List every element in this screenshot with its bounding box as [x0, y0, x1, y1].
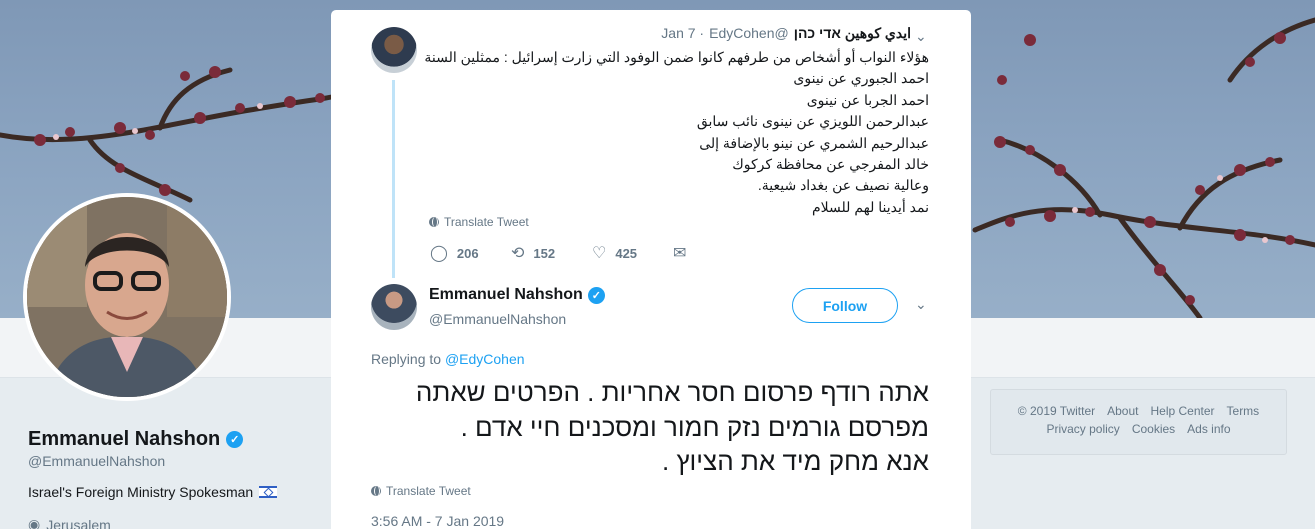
main-translate-label[interactable]: Translate Tweet — [386, 484, 471, 498]
parent-tweet-line: احمد الجربا عن نينوى — [806, 91, 929, 108]
parent-tweet-actions: ◯ 206 ⟲ 152 ♡ 425 ✉ — [430, 243, 754, 263]
footer-link-terms[interactable]: Terms — [1227, 404, 1260, 418]
main-tweet-line: אתה רודף פרסום חסר אחריות . הפרטים שאתה — [415, 377, 929, 407]
tweet-timestamp[interactable]: 3:56 AM - 7 Jan 2019 — [371, 513, 504, 529]
direct-message-button[interactable]: ✉ — [673, 243, 754, 263]
parent-translate-link[interactable]: Translate Tweet — [429, 215, 529, 229]
footer-link-about[interactable]: About — [1107, 404, 1138, 418]
parent-tweet-text: هؤلاء النواب أو أشخاص من طرفهم كانوا ضمن… — [409, 47, 929, 218]
parent-tweet-line: خالد المفرجي عن محافظة كركوك — [732, 156, 929, 173]
like-button[interactable]: ♡ 425 — [592, 243, 673, 263]
tweet-modal: ايدي كوهين אדי כהן @EdyCohen · Jan 7 ⌄ ه… — [331, 10, 971, 529]
globe-icon — [371, 486, 381, 496]
profile-location-text: Jerusalem — [46, 516, 111, 529]
parent-author-handle[interactable]: @EdyCohen — [709, 25, 789, 41]
profile-bio-text: Israel's Foreign Ministry Spokesman — [28, 484, 254, 500]
footer-row-2: Privacy policy Cookies Ads info — [1001, 422, 1276, 436]
replying-to-link[interactable]: @EdyCohen — [445, 351, 525, 367]
chevron-down-icon[interactable]: ⌄ — [915, 28, 927, 45]
main-author-name[interactable]: Emmanuel Nahshon — [429, 286, 583, 304]
israel-flag-icon — [259, 486, 278, 498]
footer-link-privacy[interactable]: Privacy policy — [1046, 422, 1119, 436]
retweet-count: 152 — [533, 245, 556, 261]
main-tweet-avatar[interactable] — [371, 284, 417, 330]
main-translate-link[interactable]: Translate Tweet — [371, 484, 471, 498]
globe-icon — [429, 217, 439, 227]
profile-handle[interactable]: @EmmanuelNahshon — [28, 453, 165, 469]
location-pin-icon: ◉ — [28, 516, 41, 529]
footer-link-cookies[interactable]: Cookies — [1132, 422, 1175, 436]
replying-to: Replying to @EdyCohen — [371, 351, 525, 367]
footer-row-1: © 2019 Twitter About Help Center Terms — [1001, 404, 1276, 418]
main-author[interactable]: Emmanuel Nahshon ✓ — [429, 286, 605, 304]
footer-copyright: © 2019 Twitter — [1017, 404, 1096, 418]
parent-tweet-line: وعالية نصيف عن بغداد شيعية. — [757, 177, 929, 194]
retweet-icon[interactable]: ⟲ — [511, 243, 524, 263]
parent-tweet-date[interactable]: · Jan 7 — [661, 25, 704, 41]
verified-badge-icon: ✓ — [226, 431, 244, 448]
follow-button[interactable]: Follow — [792, 288, 898, 323]
parent-tweet-line: عبدالرحيم الشمري عن نينو بالإضافة إلى — [699, 134, 929, 151]
main-tweet-line: מפרסם גורמים נזק חמור ומסכנים חיי אדם . — [460, 411, 929, 442]
reply-button[interactable]: ◯ 206 — [430, 243, 511, 263]
chevron-down-icon[interactable]: ⌄ — [915, 296, 927, 313]
retweet-button[interactable]: ⟲ 152 — [511, 243, 592, 263]
like-count: 425 — [615, 245, 638, 261]
parent-tweet-line: هؤلاء النواب أو أشخاص من طرفهم كانوا ضمن… — [424, 49, 929, 65]
footer-link-ads-info[interactable]: Ads info — [1187, 422, 1230, 436]
parent-tweet-line: عبدالرحمن اللويزي عن نينوى نائب سابق — [696, 113, 929, 130]
profile-avatar[interactable] — [23, 193, 231, 401]
thread-connector-line — [392, 80, 395, 278]
main-tweet-line: אנא מחק מיד את הציוץ . — [662, 446, 929, 476]
main-tweet-text: אתה רודף פרסום חסר אחריות . הפרטים שאתה … — [371, 375, 929, 479]
parent-translate-label[interactable]: Translate Tweet — [444, 215, 529, 229]
profile-bio: Israel's Foreign Ministry Spokesman — [28, 484, 278, 500]
main-author-handle[interactable]: @EmmanuelNahshon — [429, 311, 566, 327]
footer-link-help-center[interactable]: Help Center — [1150, 404, 1214, 418]
profile-name[interactable]: Emmanuel Nahshon ✓ — [28, 428, 244, 451]
profile-location: ◉ Jerusalem — [28, 516, 111, 529]
parent-author-name[interactable]: ايدي كوهين אדי כהן — [794, 25, 911, 42]
verified-badge-icon: ✓ — [587, 286, 605, 304]
parent-tweet-header: ايدي كوهين אדי כהן @EdyCohen · Jan 7 — [661, 25, 911, 42]
profile-photo — [27, 197, 227, 397]
reply-count: 206 — [456, 245, 479, 261]
profile-name-text[interactable]: Emmanuel Nahshon — [28, 428, 220, 451]
parent-tweet-line: احمد الجبوري عن نينوى — [793, 70, 929, 87]
footer-links: © 2019 Twitter About Help Center Terms P… — [990, 389, 1287, 455]
reply-icon[interactable]: ◯ — [430, 243, 448, 263]
heart-icon[interactable]: ♡ — [592, 243, 606, 263]
replying-prefix: Replying to — [371, 351, 442, 367]
envelope-icon[interactable]: ✉ — [673, 243, 686, 263]
